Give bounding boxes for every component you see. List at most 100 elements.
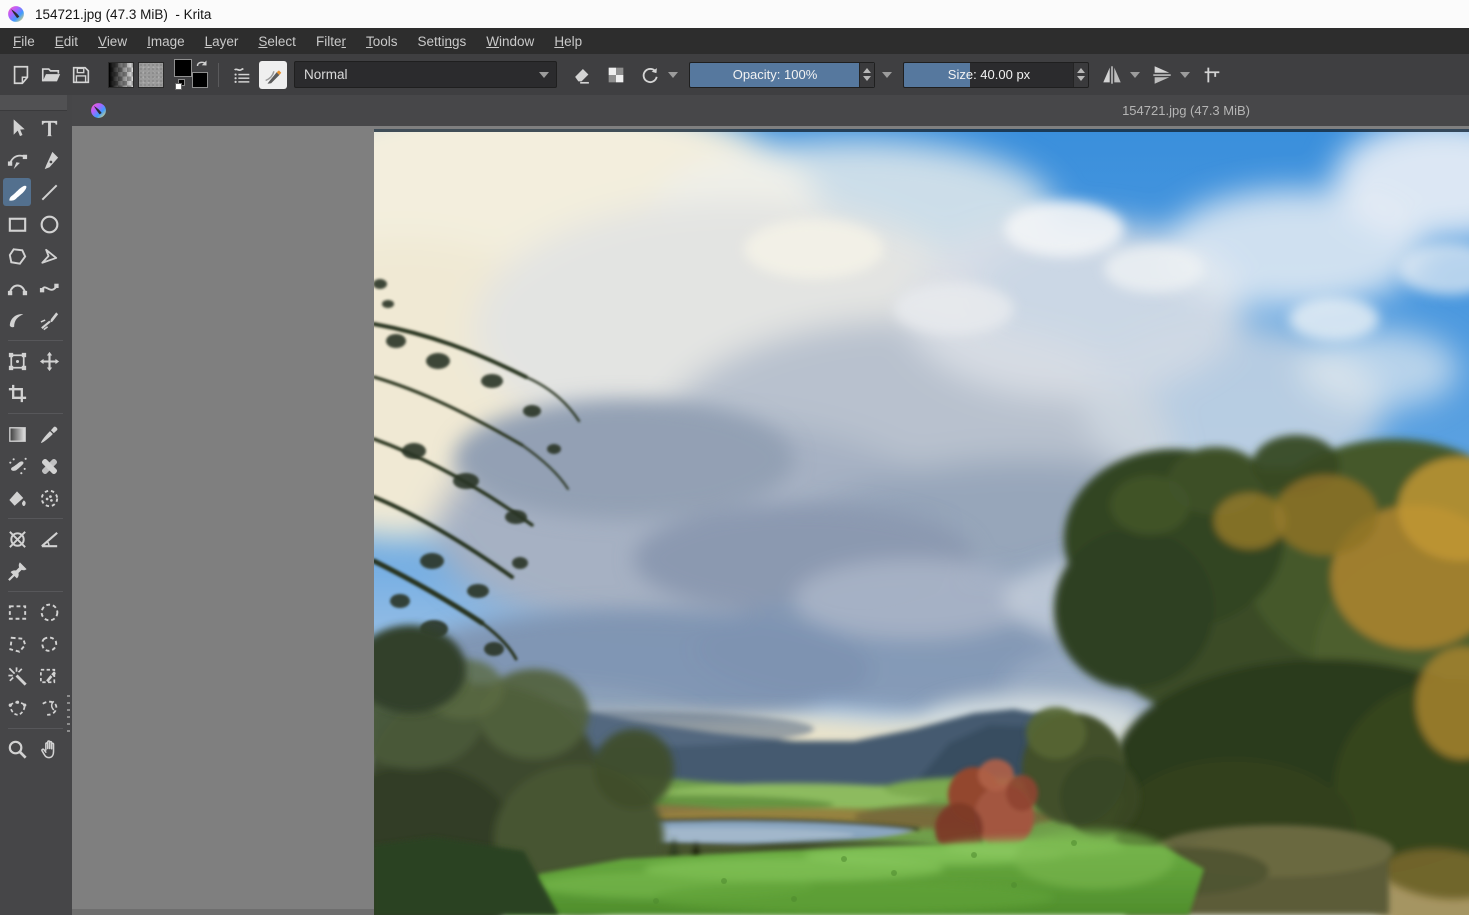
edit-brush-settings-button[interactable] xyxy=(259,61,287,89)
tool-measure[interactable] xyxy=(35,525,63,553)
select-magnetic-icon xyxy=(38,697,61,720)
tool-select-similar-color[interactable] xyxy=(35,662,63,690)
tool-polygon[interactable] xyxy=(3,242,31,270)
tool-multibrush[interactable] xyxy=(35,306,63,334)
toolbox-docker-header[interactable] xyxy=(0,95,67,111)
tool-freehand-path[interactable] xyxy=(35,274,63,302)
panel-resize-grip[interactable] xyxy=(67,695,70,733)
toolbox-separator xyxy=(8,340,63,341)
tool-fill[interactable] xyxy=(3,484,31,512)
save-button[interactable] xyxy=(66,60,96,90)
canvas-image[interactable] xyxy=(374,129,1469,915)
crop-icon xyxy=(6,382,29,405)
menu-window[interactable]: Window xyxy=(476,31,544,52)
document-title: 154721.jpg (47.3 MiB) xyxy=(1122,95,1250,126)
tool-bezier-curve[interactable] xyxy=(3,274,31,302)
reference-images-icon xyxy=(6,560,29,583)
new-document-button[interactable] xyxy=(6,60,36,90)
menu-tools[interactable]: Tools xyxy=(356,31,408,52)
opacity-dropdown-arrow[interactable] xyxy=(879,62,895,88)
menu-layer[interactable]: Layer xyxy=(195,31,249,52)
tool-text[interactable] xyxy=(35,114,63,142)
size-spinner[interactable] xyxy=(1073,63,1088,87)
main-toolbar: Normal Opacity: 100% Size: 40.00 px xyxy=(0,54,1469,95)
mirror-horizontal-button[interactable] xyxy=(1097,60,1127,90)
tool-transform-select[interactable] xyxy=(3,114,31,142)
tool-select-polygonal[interactable] xyxy=(3,630,31,658)
menu-image[interactable]: Image xyxy=(137,31,195,52)
tool-assistants[interactable] xyxy=(3,525,31,553)
tool-enclose-fill[interactable] xyxy=(35,484,63,512)
size-slider[interactable]: Size: 40.00 px xyxy=(903,62,1089,88)
smart-patch-icon xyxy=(38,455,61,478)
tool-select-bezier[interactable] xyxy=(3,694,31,722)
menu-view[interactable]: View xyxy=(88,31,137,52)
menu-settings[interactable]: Settings xyxy=(407,31,476,52)
menu-filter[interactable]: Filter xyxy=(306,31,356,52)
menu-edit[interactable]: Edit xyxy=(45,31,88,52)
menu-file[interactable]: File xyxy=(3,31,45,52)
tool-line[interactable] xyxy=(35,178,63,206)
reload-original-preset-button[interactable] xyxy=(635,60,665,90)
open-image-button[interactable] xyxy=(36,60,66,90)
background-color-swatch[interactable] xyxy=(192,72,208,88)
trim-to-image-button[interactable] xyxy=(1197,60,1227,90)
tool-edit-shapes[interactable] xyxy=(3,146,31,174)
foreground-background-colors[interactable] xyxy=(174,59,210,91)
tool-select-elliptical[interactable] xyxy=(35,598,63,626)
tool-transform[interactable] xyxy=(3,347,31,375)
tool-crop[interactable] xyxy=(3,379,31,407)
tool-ellipse[interactable] xyxy=(35,210,63,238)
gradient-swatch[interactable] xyxy=(108,62,134,88)
reload-dropdown-arrow[interactable] xyxy=(665,62,681,88)
preserve-alpha-button[interactable] xyxy=(601,60,631,90)
tool-select-freehand[interactable] xyxy=(35,630,63,658)
alpha-checkerboard-icon xyxy=(605,64,627,86)
tool-smart-patch[interactable] xyxy=(35,452,63,480)
pattern-swatch[interactable] xyxy=(138,62,164,88)
tool-calligraphy[interactable] xyxy=(35,146,63,174)
tool-reference-images[interactable] xyxy=(3,557,31,585)
blending-mode-value: Normal xyxy=(295,67,348,82)
mirror-horizontal-icon xyxy=(1101,64,1123,86)
tool-color-sampler[interactable] xyxy=(35,420,63,448)
menu-help[interactable]: Help xyxy=(544,31,592,52)
mirror-horizontal-dropdown-arrow[interactable] xyxy=(1127,62,1143,88)
choose-brush-preset-button[interactable] xyxy=(227,60,257,90)
mirror-vertical-dropdown-arrow[interactable] xyxy=(1177,62,1193,88)
mirror-vertical-button[interactable] xyxy=(1147,60,1177,90)
select-polygonal-icon xyxy=(6,633,29,656)
reset-colors-icon[interactable] xyxy=(175,79,187,91)
tool-freehand-brush[interactable] xyxy=(3,178,31,206)
pan-icon xyxy=(38,738,61,761)
tool-select-rectangular[interactable] xyxy=(3,598,31,626)
tool-colorize-mask[interactable] xyxy=(3,452,31,480)
canvas-bottom-edge xyxy=(72,909,374,915)
tool-zoom[interactable] xyxy=(3,735,31,763)
tool-gradient[interactable] xyxy=(3,420,31,448)
line-icon xyxy=(38,181,61,204)
tool-polyline[interactable] xyxy=(35,242,63,270)
tool-dynamic-brush[interactable] xyxy=(3,306,31,334)
tool-pan[interactable] xyxy=(35,735,63,763)
multibrush-icon xyxy=(38,309,61,332)
open-folder-icon xyxy=(40,64,62,86)
opacity-spinner[interactable] xyxy=(859,63,874,87)
bezier-curve-icon xyxy=(6,277,29,300)
trim-icon xyxy=(1201,64,1223,86)
chevron-down-icon xyxy=(539,72,549,78)
menu-select[interactable]: Select xyxy=(248,31,306,52)
tool-move[interactable] xyxy=(35,347,63,375)
dynamic-brush-icon xyxy=(6,309,29,332)
tool-rectangle[interactable] xyxy=(3,210,31,238)
blending-mode-dropdown[interactable]: Normal xyxy=(294,61,557,88)
eraser-mode-button[interactable] xyxy=(567,60,597,90)
tool-select-magnetic[interactable] xyxy=(35,694,63,722)
swap-colors-icon[interactable] xyxy=(196,59,208,70)
foreground-color-swatch[interactable] xyxy=(174,59,192,77)
move-icon xyxy=(38,350,61,373)
edit-shapes-icon xyxy=(6,149,29,172)
select-similar-color-icon xyxy=(38,665,61,688)
tool-select-contiguous[interactable] xyxy=(3,662,31,690)
opacity-slider[interactable]: Opacity: 100% xyxy=(689,62,875,88)
